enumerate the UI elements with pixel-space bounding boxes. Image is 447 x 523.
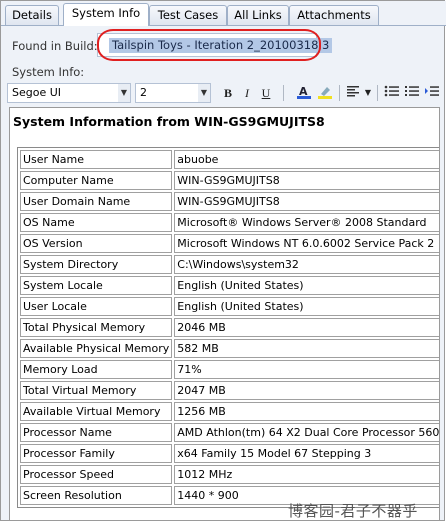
row-key: User Domain Name [20,192,173,211]
chevron-down-icon: ▼ [198,84,210,102]
italic-button[interactable]: I [238,84,256,102]
table-row: Total Physical Memory 2046 MB [20,318,439,337]
system-info-heading: System Information from WIN-GS9GMUJITS8 [13,114,325,129]
toolbar-separator [339,85,340,101]
row-key: OS Version [20,234,173,253]
row-value: 582 MB [174,339,439,358]
tab-system-info[interactable]: System Info [63,3,149,26]
tab-attachments[interactable]: Attachments [289,5,379,25]
row-key: Available Physical Memory [20,339,173,358]
table-row: User Locale English (United States) [20,297,439,316]
row-value: AMD Athlon(tm) 64 X2 Dual Core Processor… [174,423,439,442]
font-color-icon[interactable]: A [295,84,313,102]
underline-button[interactable]: U [257,84,275,102]
row-key: Processor Name [20,423,173,442]
row-key: Screen Resolution [20,486,173,505]
row-key: Processor Family [20,444,173,463]
row-key: System Locale [20,276,173,295]
system-info-editor[interactable]: System Information from WIN-GS9GMUJITS8 … [9,107,440,521]
table-row: System Directory C:\Windows\system32 [20,255,439,274]
formatting-toolbar: Segoe UI ▼ 2 ▼ B I U A ▼ [7,83,443,105]
row-value: Microsoft Windows NT 6.0.6002 Service Pa… [174,234,439,253]
row-value: x64 Family 15 Model 67 Stepping 3 [174,444,439,463]
bold-button[interactable]: B [219,84,237,102]
table-row: Computer Name WIN-GS9GMUJITS8 [20,171,439,190]
toolbar-separator [377,85,378,101]
chevron-down-icon[interactable]: ▼ [363,84,373,102]
toolbar-separator [283,85,284,101]
row-key: Processor Speed [20,465,173,484]
table-row: Available Physical Memory 582 MB [20,339,439,358]
table-row: Processor Name AMD Athlon(tm) 64 X2 Dual … [20,423,439,442]
table-row: Total Virtual Memory 2047 MB [20,381,439,400]
found-in-build-field[interactable]: Tailspin Toys - Iteration 2_20100318.3 [97,33,333,57]
system-info-table: User Name abuobe Computer Name WIN-GS9GMUJI… [17,147,439,508]
tab-all-links[interactable]: All Links [227,5,289,25]
row-key: Available Virtual Memory [20,402,173,421]
highlight-icon[interactable] [316,84,334,102]
bulleted-list-icon[interactable] [383,84,401,102]
table-row: Available Virtual Memory 1256 MB [20,402,439,421]
row-value: abuobe [174,150,439,169]
watermark: 博客园-君子不器乎 [288,502,418,520]
table-row: User Domain Name WIN-GS9GMUJITS8 [20,192,439,211]
row-value: English (United States) [174,276,439,295]
system-info-label: System Info: [12,65,85,79]
table-row: Memory Load 71% [20,360,439,379]
chevron-down-icon: ▼ [118,84,130,102]
row-value: 1256 MB [174,402,439,421]
found-in-build-label: Found in Build: [12,39,98,53]
work-item-form: Details Test Cases All Links Attachments… [0,0,446,521]
table-row: User Name abuobe [20,150,439,169]
row-value: WIN-GS9GMUJITS8 [174,192,439,211]
tab-test-cases[interactable]: Test Cases [149,5,227,25]
row-key: Computer Name [20,171,173,190]
row-key: User Name [20,150,173,169]
row-key: Total Virtual Memory [20,381,173,400]
table-row: Processor Speed 1012 MHz [20,465,439,484]
row-value: WIN-GS9GMUJITS8 [174,171,439,190]
indent-icon[interactable] [423,84,441,102]
row-value: English (United States) [174,297,439,316]
row-key: Memory Load [20,360,173,379]
row-key: System Directory [20,255,173,274]
align-icon[interactable] [345,84,363,102]
row-value: 71% [174,360,439,379]
row-key: Total Physical Memory [20,318,173,337]
table-row: OS Version Microsoft Windows NT 6.0.6002 … [20,234,439,253]
font-family-value: Segoe UI [12,86,62,99]
row-value: 2046 MB [174,318,439,337]
row-key: OS Name [20,213,173,232]
row-value: Microsoft® Windows Server® 2008 Standard [174,213,439,232]
tab-strip: Details Test Cases All Links Attachments… [1,1,446,26]
row-value: 2047 MB [174,381,439,400]
font-size-value: 2 [140,86,147,99]
row-value: C:\Windows\system32 [174,255,439,274]
numbered-list-icon[interactable] [403,84,421,102]
table-row: System Locale English (United States) [20,276,439,295]
table-row: OS Name Microsoft® Windows Server® 2008 S… [20,213,439,232]
found-in-build-value: Tailspin Toys - Iteration 2_20100318.3 [109,38,333,53]
font-family-select[interactable]: Segoe UI ▼ [7,83,131,103]
row-key: User Locale [20,297,173,316]
tab-details[interactable]: Details [5,5,59,25]
font-size-select[interactable]: 2 ▼ [135,83,211,103]
table-row: Processor Family x64 Family 15 Model 67 S… [20,444,439,463]
row-value: 1012 MHz [174,465,439,484]
